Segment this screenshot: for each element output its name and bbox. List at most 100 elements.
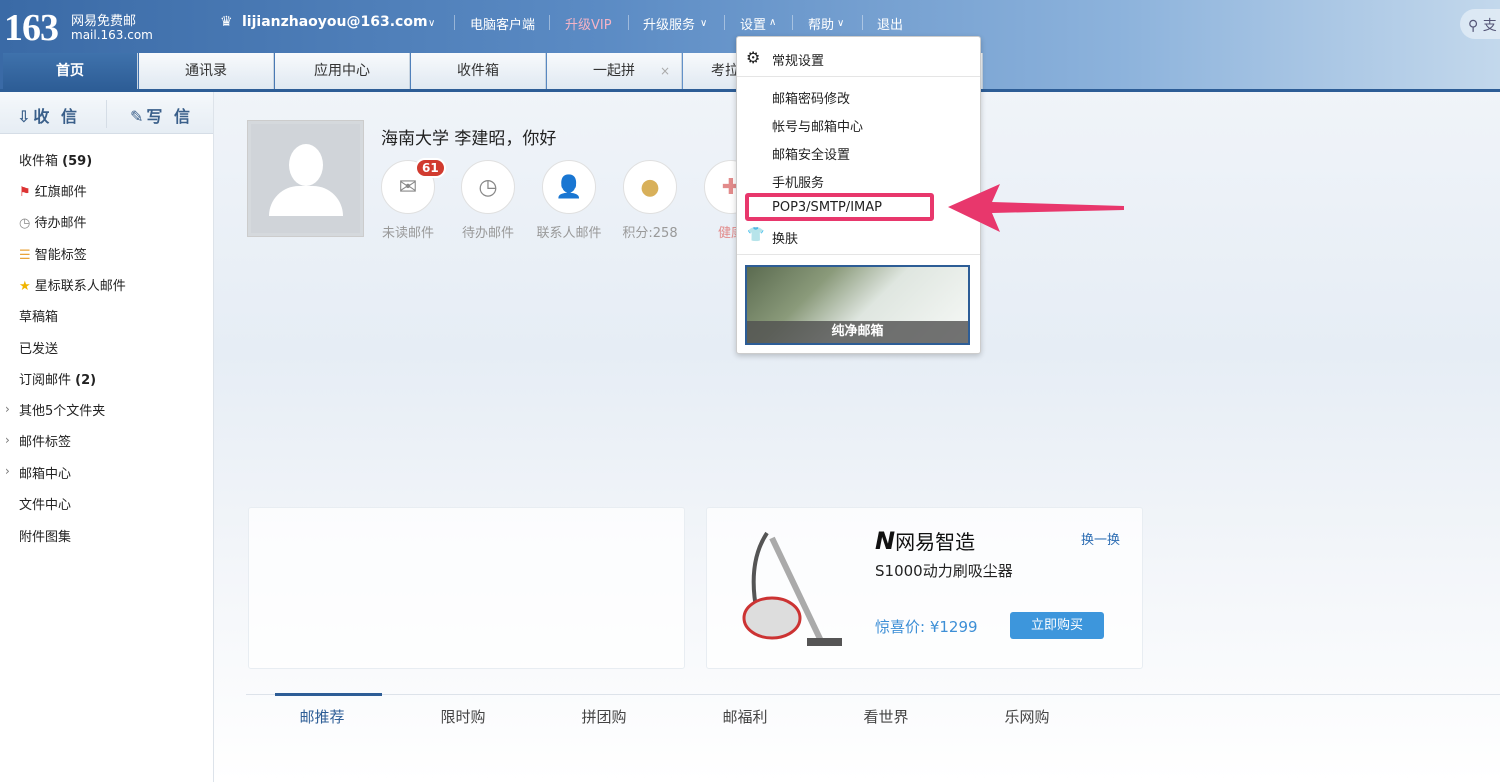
avatar[interactable] (247, 120, 364, 237)
coin-icon: ● (640, 174, 660, 200)
empty-card (248, 507, 685, 669)
logout-link[interactable]: 退出 (877, 14, 903, 33)
search-input[interactable]: ⚲ 支 (1460, 9, 1500, 39)
points-button[interactable]: ● (623, 160, 677, 214)
chevron-down-icon[interactable]: ∨ (428, 18, 435, 29)
tab-home[interactable]: 首页 (3, 53, 138, 90)
skin-preview[interactable]: 纯净邮箱 (745, 265, 970, 345)
tag-icon: ☰ (19, 248, 31, 263)
divider (724, 15, 725, 30)
tab-label: 收件箱 (457, 63, 499, 79)
tab-shopping[interactable]: 乐网购 (972, 706, 1082, 727)
chevron-down-icon: ∨ (837, 18, 845, 29)
star-icon: ★ (19, 279, 31, 294)
tshirt-icon: 👕 (747, 227, 765, 243)
tab-recommended[interactable]: 邮推荐 (267, 706, 377, 727)
divider (454, 15, 455, 30)
menu-mobile-service[interactable]: 手机服务 (772, 172, 824, 191)
highlight-box (745, 193, 934, 221)
download-icon: ⇩ (17, 107, 34, 126)
tab-benefits[interactable]: 邮福利 (690, 706, 800, 727)
receive-label: 收 信 (33, 107, 80, 126)
todo-mail-button[interactable]: ◷ (461, 160, 515, 214)
folder-other[interactable]: 其他5个文件夹 (19, 400, 105, 419)
vacuum-image (742, 531, 842, 646)
tab-world[interactable]: 看世界 (831, 706, 941, 727)
contact-star-icon: 👤 (555, 174, 583, 200)
person-body (269, 186, 343, 216)
tab-label: 应用中心 (314, 63, 370, 79)
settings-menu[interactable]: 设置 (740, 14, 766, 33)
tab-label: 一起拼 (593, 63, 635, 79)
folder-todo[interactable]: ◷ 待办邮件 (19, 212, 87, 231)
skin-name: 纯净邮箱 (747, 321, 968, 343)
upgrade-vip-link[interactable]: 升级VIP (565, 14, 612, 33)
folder-smart-tags[interactable]: ☰ 智能标签 (19, 244, 87, 263)
search-placeholder: 支 (1482, 18, 1497, 34)
divider (628, 15, 629, 30)
upgrade-service-menu[interactable]: 升级服务 (643, 14, 695, 33)
folder-subscriptions[interactable]: 订阅邮件 (2) (19, 369, 96, 388)
sidebar-actions: ⇩收 信 ✎写 信 (0, 92, 213, 134)
menu-security[interactable]: 邮箱安全设置 (772, 144, 850, 163)
divider (737, 76, 980, 77)
clock-icon: ◷ (478, 174, 498, 200)
brand-logo: N网易智造 (875, 527, 976, 555)
account-menu[interactable]: lijianzhaoyou@163.com (242, 14, 428, 30)
chevron-right-icon[interactable]: › (5, 464, 10, 478)
close-icon[interactable]: × (660, 53, 670, 90)
unread-badge: 61 (415, 158, 446, 178)
tab-group-buy[interactable]: 一起拼 × (547, 53, 682, 90)
receive-button[interactable]: ⇩收 信 (17, 103, 80, 127)
buy-now-button[interactable]: 立即购买 (1010, 612, 1104, 639)
tab-contacts[interactable]: 通讯录 (139, 53, 274, 90)
ad-card[interactable]: N网易智造 换一换 S1000动力刷吸尘器 惊喜价: ¥1299 立即购买 (706, 507, 1143, 669)
divider (862, 15, 863, 30)
refresh-link[interactable]: 换一换 (1081, 529, 1120, 548)
folder-sent[interactable]: 已发送 (19, 338, 58, 357)
compose-button[interactable]: ✎写 信 (130, 103, 193, 127)
gear-icon: ⚙ (746, 48, 761, 67)
divider (792, 15, 793, 30)
contact-mail-button[interactable]: 👤 (542, 160, 596, 214)
folder-attachments[interactable]: 附件图集 (19, 526, 71, 545)
logo-name: 网易免费邮 (71, 14, 137, 29)
compose-label: 写 信 (146, 107, 193, 126)
unread-count: (59) (62, 154, 93, 169)
tab-inbox[interactable]: 收件箱 (411, 53, 546, 90)
tab-label: 通讯录 (185, 63, 227, 79)
chevron-right-icon[interactable]: › (5, 433, 10, 447)
person-silhouette-icon (289, 144, 323, 186)
folder-mailbox-center[interactable]: 邮箱中心 (19, 463, 71, 482)
unread-count: (2) (75, 373, 97, 388)
menu-skin[interactable]: 换肤 (772, 228, 798, 247)
menu-general-settings[interactable]: 常规设置 (772, 50, 824, 69)
help-menu[interactable]: 帮助 (808, 14, 834, 33)
bottom-tabs-divider (246, 694, 1500, 695)
tab-flash-sale[interactable]: 限时购 (408, 706, 518, 727)
divider (106, 100, 107, 128)
chevron-right-icon[interactable]: › (5, 402, 10, 416)
product-name: S1000动力刷吸尘器 (875, 562, 1013, 580)
folder-starred-contacts[interactable]: ★ 星标联系人邮件 (19, 275, 126, 294)
folder-file-center[interactable]: 文件中心 (19, 494, 71, 513)
logo[interactable]: 163 (4, 6, 59, 50)
envelope-icon: ✉ (398, 174, 418, 200)
greeting: 海南大学 李建昭，你好 (381, 129, 557, 149)
menu-account-center[interactable]: 帐号与邮箱中心 (772, 116, 863, 135)
tab-group-purchase[interactable]: 拼团购 (549, 706, 659, 727)
folder-inbox[interactable]: 收件箱 (59) (19, 150, 92, 169)
tab-apps[interactable]: 应用中心 (275, 53, 410, 90)
folder-drafts[interactable]: 草稿箱 (19, 306, 58, 325)
desktop-client-link[interactable]: 电脑客户端 (470, 14, 535, 33)
logo-url: mail.163.com (71, 28, 153, 42)
tab-label: 首页 (56, 63, 84, 79)
menu-change-password[interactable]: 邮箱密码修改 (772, 88, 850, 107)
active-tab-indicator (275, 693, 382, 696)
divider (737, 254, 980, 255)
chevron-down-icon: ∨ (700, 18, 708, 29)
folder-flagged[interactable]: ⚑ 红旗邮件 (19, 181, 87, 200)
folder-mail-tags[interactable]: 邮件标签 (19, 431, 71, 450)
clock-icon: ◷ (19, 216, 31, 231)
search-icon: ⚲ (1468, 18, 1479, 34)
